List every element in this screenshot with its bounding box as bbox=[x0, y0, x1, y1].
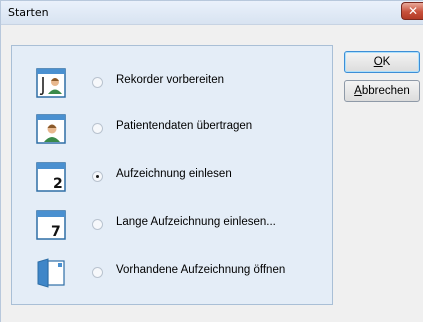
radio-aufzeichnung-einlesen[interactable] bbox=[92, 171, 103, 182]
cancel-button[interactable]: Abbrechen bbox=[344, 80, 420, 102]
radio-rekorder-vorbereiten[interactable] bbox=[92, 77, 103, 88]
start-dialog: Starten ✕ Rekorder vorbereiten Patienten… bbox=[0, 0, 423, 322]
ok-button[interactable]: OK bbox=[344, 51, 420, 73]
option-label: Aufzeichnung einlesen bbox=[116, 168, 232, 180]
recorder-icon bbox=[36, 68, 66, 98]
close-button[interactable]: ✕ bbox=[401, 2, 423, 20]
option-vorhandene-aufzeichnung-oeffnen[interactable]: Vorhandene Aufzeichnung öffnen bbox=[12, 258, 334, 298]
radio-patientendaten-uebertragen[interactable] bbox=[92, 123, 103, 134]
window-title: Starten bbox=[8, 6, 49, 19]
option-rekorder-vorbereiten[interactable]: Rekorder vorbereiten bbox=[12, 68, 334, 108]
radio-lange-aufzeichnung-einlesen[interactable] bbox=[92, 219, 103, 230]
option-label: Lange Aufzeichnung einlesen... bbox=[116, 216, 276, 228]
calendar-day-text: 7 bbox=[51, 224, 61, 240]
radio-vorhandene-aufzeichnung-oeffnen[interactable] bbox=[92, 267, 103, 278]
option-label: Rekorder vorbereiten bbox=[116, 74, 225, 86]
option-lange-aufzeichnung-einlesen[interactable]: 7 Lange Aufzeichnung einlesen... bbox=[12, 210, 334, 250]
option-patientendaten-uebertragen[interactable]: Patientendaten übertragen bbox=[12, 114, 334, 154]
calendar-7-icon: 7 bbox=[36, 210, 66, 240]
calendar-day-text: 2 bbox=[53, 176, 63, 192]
option-label: Patientendaten übertragen bbox=[116, 120, 253, 132]
calendar-2-icon: 2 bbox=[36, 162, 66, 192]
option-aufzeichnung-einlesen[interactable]: 2 Aufzeichnung einlesen bbox=[12, 162, 334, 202]
option-label: Vorhandene Aufzeichnung öffnen bbox=[116, 264, 286, 276]
options-group: Rekorder vorbereiten Patientendaten über… bbox=[11, 45, 333, 305]
patient-data-icon bbox=[36, 114, 66, 144]
title-bar: Starten ✕ bbox=[1, 1, 423, 25]
close-icon: ✕ bbox=[408, 4, 419, 18]
open-file-icon bbox=[37, 258, 65, 288]
